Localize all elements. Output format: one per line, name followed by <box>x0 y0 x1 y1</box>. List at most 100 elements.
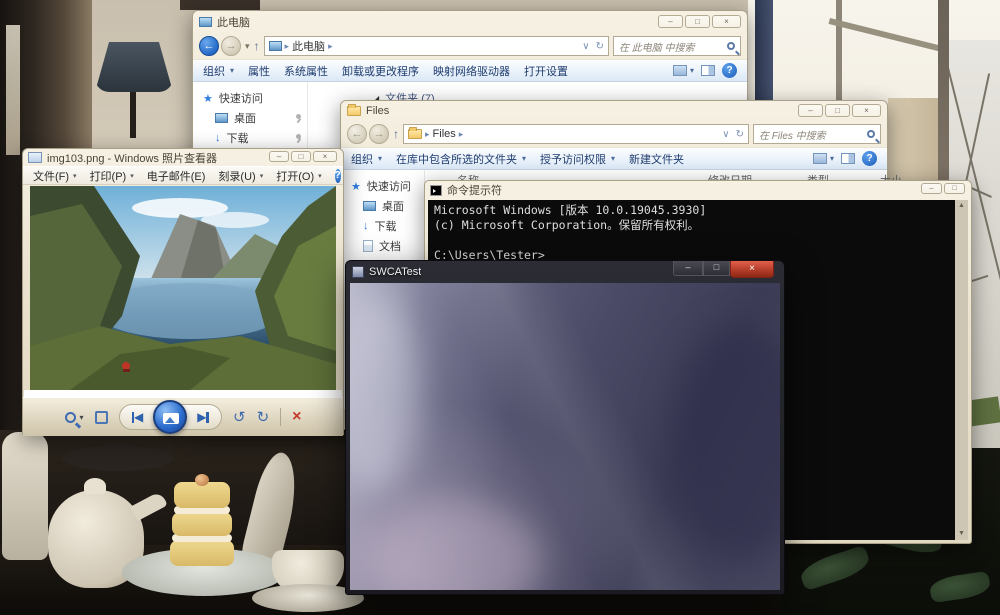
open-settings-button[interactable]: 打开设置 <box>524 63 568 79</box>
sidebar-item-documents[interactable]: 文档 <box>341 236 424 256</box>
this-pc-title: 此电脑 <box>217 14 250 30</box>
background-ceiling-beam <box>180 0 260 10</box>
search-icon <box>727 42 735 50</box>
cmd-titlebar[interactable]: 命令提示符 – □ <box>425 181 971 199</box>
menu-open[interactable]: 打开(O)▾ <box>276 168 321 184</box>
lamp-stem <box>130 92 136 138</box>
new-folder-button[interactable]: 新建文件夹 <box>629 151 684 167</box>
zoom-icon[interactable] <box>65 412 76 423</box>
properties-button[interactable]: 属性 <box>248 63 270 79</box>
breadcrumb[interactable]: Files <box>433 128 456 140</box>
white-vase <box>2 432 48 560</box>
organize-caret-icon: ▾ <box>230 66 234 75</box>
minimize-button[interactable]: – <box>798 104 823 117</box>
sidebar-item-desktop[interactable]: 桌面 <box>341 196 424 216</box>
menu-email[interactable]: 电子邮件(E) <box>147 168 206 184</box>
maximize-button[interactable]: □ <box>825 104 850 117</box>
close-button[interactable]: × <box>313 151 337 162</box>
address-dropdown-icon[interactable]: ∨ <box>582 41 589 52</box>
close-button[interactable]: × <box>730 261 774 278</box>
maximize-button[interactable]: □ <box>685 15 710 28</box>
refresh-icon[interactable]: ↻ <box>736 129 744 140</box>
search-input[interactable]: 在 此电脑 中搜索 <box>613 36 741 56</box>
up-button[interactable]: ↑ <box>254 39 260 53</box>
this-pc-titlebar[interactable]: 此电脑 – □ × <box>193 11 747 33</box>
help-icon[interactable]: ? <box>862 151 877 166</box>
preview-pane-icon[interactable] <box>701 65 715 76</box>
forward-button[interactable]: → <box>369 124 389 144</box>
up-button[interactable]: ↑ <box>393 127 399 141</box>
actual-size-icon[interactable] <box>95 411 108 424</box>
view-mode-icon[interactable] <box>673 65 687 76</box>
system-properties-button[interactable]: 系统属性 <box>284 63 328 79</box>
downloads-icon: ↓ <box>363 220 369 232</box>
address-bar[interactable]: ▸ Files ▸ ∨ ↻ <box>403 124 749 144</box>
organize-menu[interactable]: 组织 <box>203 63 225 79</box>
include-in-library-menu[interactable]: 在库中包含所选的文件夹 <box>396 151 517 167</box>
sidebar-item-desktop[interactable]: 桌面 <box>193 108 307 128</box>
refresh-icon[interactable]: ↻ <box>596 41 604 52</box>
view-mode-icon[interactable] <box>813 153 827 164</box>
swca-app-icon <box>352 266 364 278</box>
forward-button[interactable]: → <box>221 36 241 56</box>
menu-burn[interactable]: 刻录(U)▾ <box>218 168 263 184</box>
back-button[interactable]: ← <box>199 36 219 56</box>
cmd-icon <box>430 185 442 196</box>
files-titlebar[interactable]: Files – □ × <box>341 101 887 121</box>
minimize-button[interactable]: – <box>269 151 289 162</box>
history-dropdown-icon[interactable]: ▾ <box>245 41 250 52</box>
uninstall-button[interactable]: 卸载或更改程序 <box>342 63 419 79</box>
address-pc-icon <box>269 41 282 51</box>
breadcrumb-arrow-icon: ▸ <box>328 41 333 52</box>
address-bar[interactable]: ▸ 此电脑 ▸ ∨ ↻ <box>264 36 609 56</box>
minimize-button[interactable]: – <box>921 183 942 194</box>
files-toolbar: 组织 ▾ 在库中包含所选的文件夹 ▾ 授予访问权限 ▾ 新建文件夹 ▾ ? <box>341 147 887 170</box>
rotate-left-button[interactable]: ↺ <box>233 408 246 426</box>
navigation-pill: ◀ ▶ <box>119 404 222 430</box>
minimize-button[interactable]: – <box>658 15 683 28</box>
maximize-button[interactable]: □ <box>944 183 965 194</box>
preview-pane-icon[interactable] <box>841 153 855 164</box>
scrollbar[interactable]: ▲ ▼ <box>955 200 968 540</box>
map-drive-button[interactable]: 映射网络驱动器 <box>433 63 510 79</box>
photo-viewer-title: img103.png - Windows 照片查看器 <box>47 150 217 166</box>
desktop-icon <box>363 201 376 211</box>
help-icon[interactable]: ? <box>335 169 341 183</box>
sidebar-item-downloads[interactable]: ↓ 下载 <box>193 128 307 148</box>
search-input[interactable]: 在 Files 中搜索 <box>753 124 881 144</box>
previous-button[interactable]: ◀ <box>132 410 144 424</box>
organize-menu[interactable]: 组织 <box>351 151 373 167</box>
breadcrumb[interactable]: 此电脑 <box>292 38 325 54</box>
scroll-up-icon[interactable]: ▲ <box>958 200 965 212</box>
close-button[interactable]: × <box>852 104 881 117</box>
help-icon[interactable]: ? <box>722 63 737 78</box>
view-caret-icon[interactable]: ▾ <box>690 66 694 75</box>
dark-dish <box>62 445 174 471</box>
sidebar-item-quick-access[interactable]: ★ 快速访问 <box>193 88 307 108</box>
slideshow-icon <box>163 413 179 424</box>
menu-print[interactable]: 打印(P)▾ <box>90 168 134 184</box>
delete-button[interactable]: × <box>292 408 301 426</box>
back-button[interactable]: ← <box>347 124 367 144</box>
menu-file[interactable]: 文件(F)▾ <box>33 168 77 184</box>
sidebar-label: 文档 <box>379 238 401 254</box>
next-button[interactable]: ▶ <box>197 410 209 424</box>
minimize-button[interactable]: – <box>673 261 703 276</box>
scroll-down-icon[interactable]: ▼ <box>958 528 965 540</box>
view-caret-icon[interactable]: ▾ <box>830 154 834 163</box>
zoom-caret-icon[interactable]: ▾ <box>80 413 84 422</box>
sidebar-item-downloads[interactable]: ↓ 下载 <box>341 216 424 236</box>
slideshow-button[interactable] <box>153 400 187 434</box>
caret-icon: ▾ <box>130 172 134 180</box>
swca-content-blurred <box>350 283 780 590</box>
photo-viewer-titlebar[interactable]: img103.png - Windows 照片查看器 – □ × <box>23 149 343 166</box>
address-folder-icon <box>408 129 422 139</box>
give-access-menu[interactable]: 授予访问权限 <box>540 151 606 167</box>
sidebar-item-quick-access[interactable]: ★ 快速访问 <box>341 176 424 196</box>
maximize-button[interactable]: □ <box>291 151 311 162</box>
maximize-button[interactable]: □ <box>703 261 730 276</box>
blur-shadow <box>670 323 780 563</box>
address-dropdown-icon[interactable]: ∨ <box>722 129 729 140</box>
rotate-right-button[interactable]: ↻ <box>257 408 270 426</box>
close-button[interactable]: × <box>712 15 741 28</box>
